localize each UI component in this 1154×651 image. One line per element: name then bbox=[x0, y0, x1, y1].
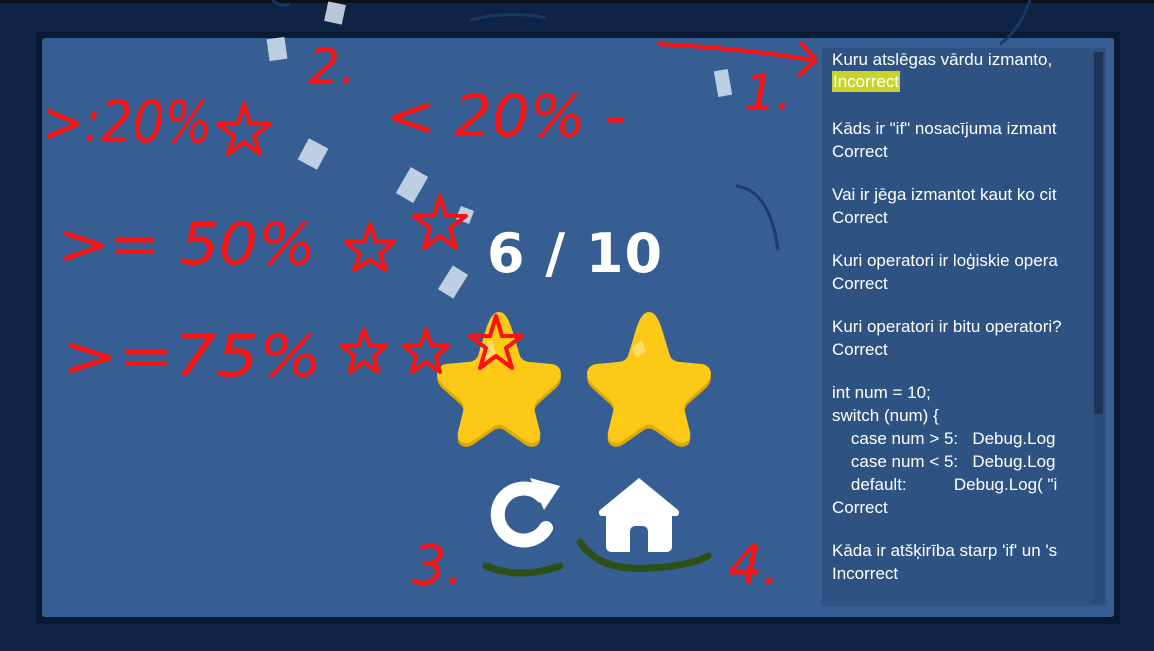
annotation-layer: >:20% < 20% - >= 50% >=75% 2. 1. 3. 4. bbox=[42, 38, 818, 597]
annotation-label-4: 4. bbox=[728, 534, 780, 597]
drawn-star-icon bbox=[216, 102, 272, 156]
annotation-underline-restart bbox=[482, 562, 564, 577]
annotation-rule-50: >= 50% bbox=[58, 210, 316, 278]
drawn-star-icon bbox=[412, 194, 468, 250]
annotation-label-3: 3. bbox=[412, 534, 464, 597]
drawn-star-icon bbox=[402, 328, 450, 374]
annotation-rule-75: >=75% bbox=[62, 322, 322, 390]
annotation-arrow bbox=[657, 42, 813, 62]
annotation-rule-20: >:20% bbox=[42, 88, 212, 156]
annotation-label-2: 2. bbox=[308, 38, 356, 96]
annotation-rule-less-20: < 20% - bbox=[386, 82, 626, 150]
drawn-star-icon bbox=[340, 328, 388, 374]
annotation-underline-home bbox=[576, 538, 712, 572]
drawn-star-icon bbox=[468, 314, 524, 370]
annotation-label-1: 1. bbox=[744, 64, 792, 122]
drawn-star-icon bbox=[344, 222, 396, 272]
